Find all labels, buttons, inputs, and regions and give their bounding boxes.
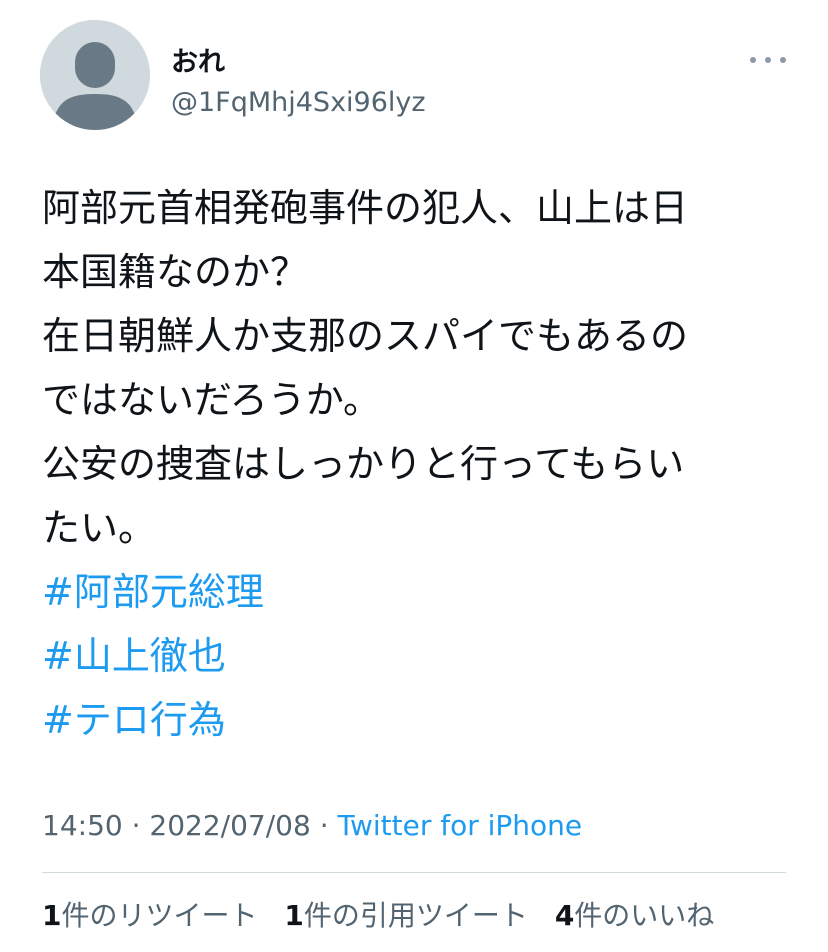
tweet-line-3: 在日朝鮮人か支那のスパイでもあるの [42, 314, 689, 358]
likes-label: 件のいいね [574, 899, 715, 932]
display-name[interactable]: おれ [171, 46, 225, 80]
avatar[interactable] [40, 20, 150, 130]
likes-count: 4 [554, 899, 575, 932]
user-handle[interactable]: @1FqMhj4Sxi96lyz [171, 86, 426, 120]
quotes-count: 1 [284, 899, 304, 932]
likes-stat[interactable]: 4件のいいね [555, 899, 715, 932]
retweets-count: 1 [42, 899, 62, 932]
quotes-stat[interactable]: 1件の引用ツイート [284, 899, 528, 932]
retweets-stat[interactable]: 1件のリツイート [42, 899, 258, 932]
hashtag-link[interactable]: #阿部元総理 [42, 560, 792, 624]
tweet-time[interactable]: 14:50 [42, 809, 123, 842]
dot-3 [780, 57, 786, 63]
tweet-line-4: ではないだろうか。 [42, 378, 381, 422]
retweets-label: 件のリツイート [61, 899, 258, 932]
tweet-text: 阿部元首相発砲事件の犯人、山上は日 本国籍なのか？ 在日朝鮮人か支那のスパイでも… [42, 176, 792, 752]
tweet-date[interactable]: 2022/07/08 [149, 809, 310, 842]
dot-2 [765, 57, 771, 63]
tweet-line-2: 本国籍なのか？ [42, 250, 309, 294]
more-options-icon[interactable] [750, 50, 786, 70]
meta-separator: · [122, 809, 150, 842]
divider [42, 872, 786, 873]
hashtag-link[interactable]: #テロ行為 [42, 688, 792, 752]
tweet-header: おれ @1FqMhj4Sxi96lyz [40, 20, 800, 135]
tweet-stats: 1件のリツイート 1件の引用ツイート 4件のいいね [42, 896, 732, 936]
tweet-line-1: 阿部元首相発砲事件の犯人、山上は日 [42, 186, 689, 230]
tweet-line-5: 公安の捜査はしっかりと行ってもらい [42, 442, 685, 486]
tweet-line-6: たい。 [42, 506, 157, 550]
tweet-meta: 14:50 · 2022/07/08 · Twitter for iPhone [42, 806, 582, 846]
hashtag-link[interactable]: #山上徹也 [42, 624, 792, 688]
meta-separator: · [310, 809, 338, 842]
quotes-label: 件の引用ツイート [303, 899, 528, 932]
avatar-placeholder-icon [40, 20, 150, 130]
tweet-source-link[interactable]: Twitter for iPhone [338, 809, 583, 842]
dot-1 [750, 57, 756, 63]
